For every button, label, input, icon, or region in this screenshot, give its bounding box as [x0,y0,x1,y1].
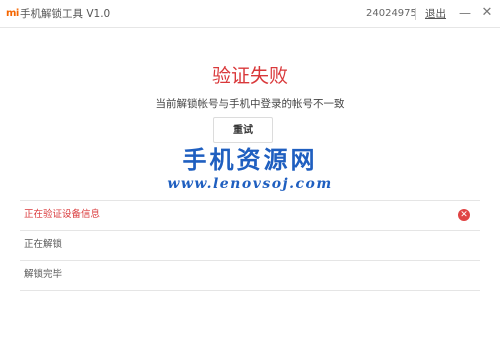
step-unlocking: 正在解锁 [20,231,480,261]
step-label: 解锁完毕 [24,269,63,280]
result-headline: 验证失败 [211,65,288,87]
app-title: 手机解锁工具 V1.0 [20,8,111,20]
step-verify-device: 正在验证设备信息 ✕ [20,201,480,231]
step-label: 正在解锁 [24,239,63,250]
account-id: 24024975 [366,8,417,19]
watermark-url: www.lenovsoj.com [167,176,333,192]
mi-logo-icon: mi [6,8,19,19]
logout-link[interactable]: 退出 [425,7,446,21]
close-icon[interactable]: ✕ [479,5,495,21]
step-unlock-complete: 解锁完毕 [20,261,480,291]
retry-button[interactable]: 重试 [213,117,273,143]
error-icon: ✕ [458,209,470,221]
minimize-icon[interactable]: — [457,5,473,21]
result-message: 当前解锁帐号与手机中登录的帐号不一致 [155,98,345,110]
title-separator [415,8,416,20]
watermark-title: 手机资源网 [182,146,318,174]
step-label: 正在验证设备信息 [24,209,101,220]
title-bar: mi 手机解锁工具 V1.0 24024975 退出 — ✕ [0,0,500,28]
progress-steps: 正在验证设备信息 ✕ 正在解锁 解锁完毕 [20,200,480,291]
